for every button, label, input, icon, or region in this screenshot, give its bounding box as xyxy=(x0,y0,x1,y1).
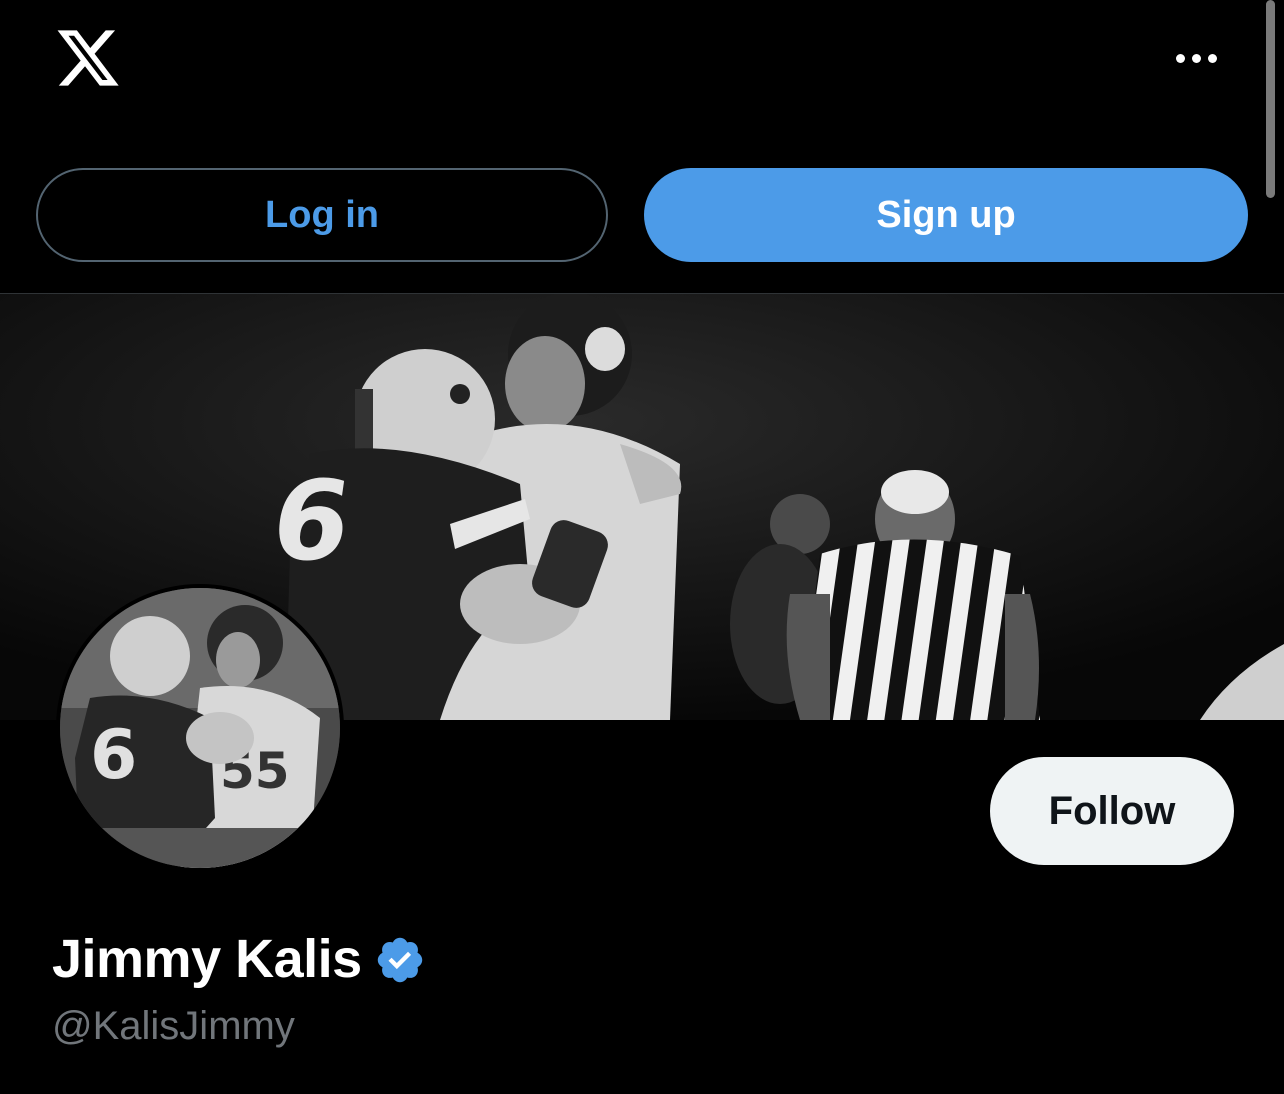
login-button[interactable]: Log in xyxy=(36,168,608,262)
profile-avatar[interactable]: 55 6 xyxy=(56,584,344,872)
signup-button[interactable]: Sign up xyxy=(644,168,1248,262)
follow-button[interactable]: Follow xyxy=(990,757,1234,865)
profile-name-row: Jimmy Kalis xyxy=(52,924,426,994)
svg-text:6: 6 xyxy=(90,716,137,795)
x-logo-icon[interactable] xyxy=(52,24,124,92)
display-name: Jimmy Kalis xyxy=(52,929,362,989)
scrollbar[interactable] xyxy=(1266,0,1275,198)
more-options-button[interactable] xyxy=(1168,40,1224,76)
verified-badge-icon[interactable] xyxy=(374,934,426,986)
profile-page: Log in Sign up 6 55 6 Follow Jimmy Kalis… xyxy=(0,0,1284,1094)
more-horizontal-icon xyxy=(1175,53,1185,63)
profile-handle: @KalisJimmy xyxy=(52,1004,295,1048)
